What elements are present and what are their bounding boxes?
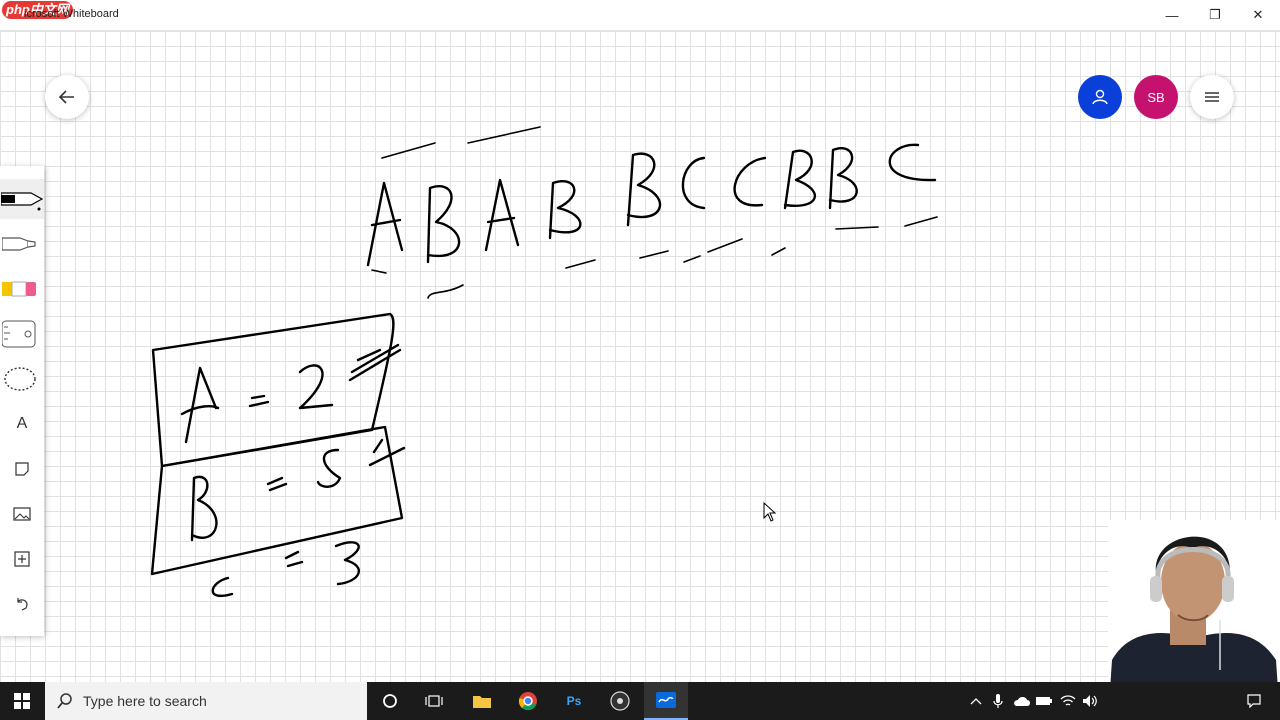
pen-icon bbox=[1, 192, 43, 211]
image-icon bbox=[13, 507, 31, 521]
insert-tool[interactable] bbox=[0, 539, 44, 579]
microphone-icon bbox=[993, 694, 1003, 708]
task-view-button[interactable] bbox=[412, 682, 456, 720]
notification-center-button[interactable] bbox=[1236, 682, 1272, 720]
taskbar-file-explorer[interactable] bbox=[460, 682, 504, 720]
lasso-tool[interactable] bbox=[0, 359, 44, 399]
settings-menu-button[interactable] bbox=[1190, 75, 1234, 119]
taskbar-photoshop[interactable]: Ps bbox=[552, 682, 596, 720]
hamburger-icon bbox=[1205, 92, 1219, 102]
ruler-tool[interactable] bbox=[0, 314, 44, 354]
invite-button[interactable] bbox=[1078, 75, 1122, 119]
task-view-icon bbox=[425, 695, 443, 707]
inking-toolbar: A bbox=[0, 166, 44, 636]
speaker-icon bbox=[1083, 695, 1097, 707]
eraser-icon bbox=[2, 281, 36, 297]
folder-icon bbox=[473, 696, 491, 708]
highlighter-icon bbox=[2, 237, 36, 251]
ink-letters-row bbox=[366, 143, 937, 267]
mouse-cursor-icon bbox=[763, 502, 777, 522]
notification-icon bbox=[1247, 694, 1261, 708]
cortana-button[interactable] bbox=[368, 682, 412, 720]
search-icon bbox=[57, 693, 72, 709]
taskbar-chrome[interactable] bbox=[506, 682, 550, 720]
pen-tool[interactable] bbox=[0, 179, 44, 219]
cortana-icon bbox=[383, 694, 397, 708]
tray-volume[interactable] bbox=[1072, 682, 1108, 720]
eraser-tool[interactable] bbox=[0, 269, 44, 309]
taskbar: Type here to search Ps bbox=[0, 682, 1280, 720]
obs-icon bbox=[610, 691, 630, 711]
text-tool[interactable]: A bbox=[0, 404, 44, 444]
undo-icon bbox=[17, 598, 28, 611]
person-add-icon bbox=[1092, 89, 1108, 105]
user-avatar[interactable]: SB bbox=[1134, 75, 1178, 119]
ink-box-diagram bbox=[150, 312, 406, 597]
undo-tool[interactable] bbox=[0, 584, 44, 624]
back-button[interactable] bbox=[45, 75, 89, 119]
ink-strike-lines bbox=[371, 126, 938, 299]
ruler-icon bbox=[2, 320, 36, 348]
photoshop-icon: Ps bbox=[566, 694, 582, 708]
highlighter-tool[interactable] bbox=[0, 224, 44, 264]
plus-box-icon bbox=[14, 551, 30, 567]
lasso-icon bbox=[4, 367, 36, 391]
arrow-left-icon bbox=[58, 90, 74, 104]
windows-icon bbox=[14, 693, 30, 709]
start-button[interactable] bbox=[0, 682, 44, 720]
whiteboard-app-icon bbox=[656, 692, 676, 708]
taskbar-whiteboard[interactable] bbox=[644, 682, 688, 720]
image-tool[interactable] bbox=[0, 494, 44, 534]
note-icon bbox=[15, 462, 29, 476]
taskbar-obs[interactable] bbox=[598, 682, 642, 720]
taskbar-search[interactable]: Type here to search bbox=[45, 682, 367, 720]
note-tool[interactable] bbox=[0, 449, 44, 489]
chrome-icon bbox=[518, 692, 537, 711]
search-placeholder: Type here to search bbox=[83, 693, 207, 709]
